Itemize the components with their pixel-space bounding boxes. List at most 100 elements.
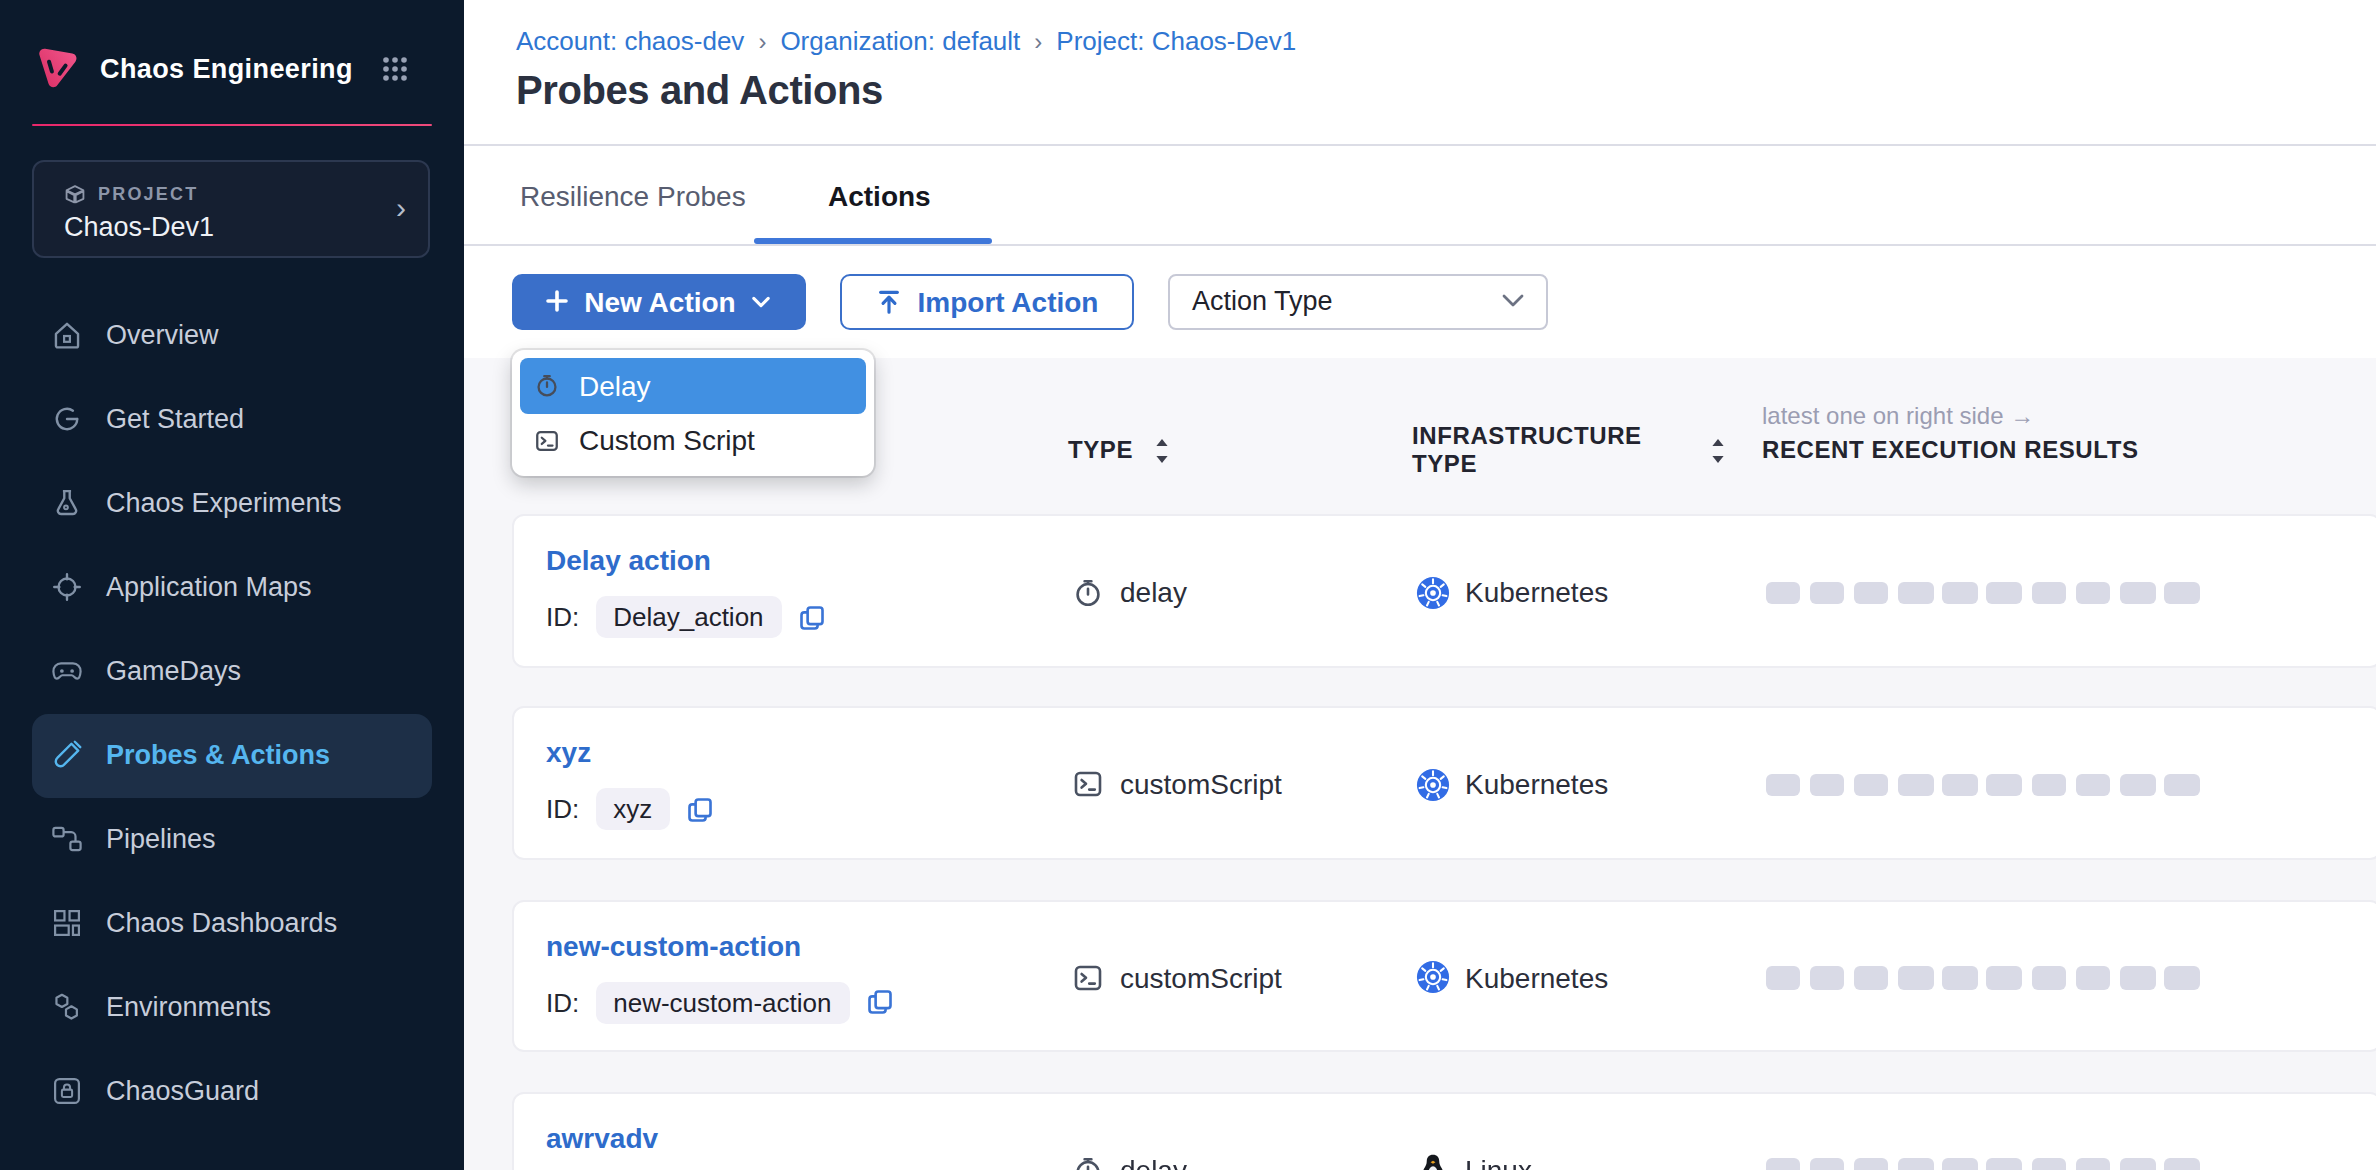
execution-result-placeholder <box>1809 773 1844 796</box>
table-row[interactable]: Delay action ID: Delay_action delay <box>511 514 2376 667</box>
table-row[interactable]: xyz ID: xyz customScript <box>511 706 2376 859</box>
action-name-link[interactable]: Delay action <box>546 544 711 576</box>
copy-icon[interactable] <box>686 795 714 823</box>
type-cell: delay <box>1072 516 1187 669</box>
sidebar-item-get-started[interactable]: Get Started <box>32 377 432 461</box>
import-icon <box>876 287 902 315</box>
sidebar-item-chaosguard[interactable]: ChaosGuard <box>32 1049 432 1133</box>
stopwatch-icon <box>1072 577 1104 609</box>
sidebar-item-label: Probes & Actions <box>106 740 330 770</box>
sidebar-item-label: Environments <box>106 992 271 1022</box>
execution-result-placeholder <box>1854 966 1889 989</box>
tabs-divider <box>464 243 2376 245</box>
column-header-recent-execution-results: RECENT EXECUTION RESULTS <box>1762 436 2139 464</box>
execution-result-placeholder <box>1943 1158 1978 1170</box>
sidebar-item-label: Get Started <box>106 404 244 434</box>
sidebar-item-label: Chaos Dashboards <box>106 908 337 938</box>
sidebar-item-gamedays[interactable]: GameDays <box>32 629 432 713</box>
table-row[interactable]: awrvadv delay Linux <box>511 1091 2376 1170</box>
kubernetes-icon <box>1415 576 1449 610</box>
script-icon <box>1072 962 1104 994</box>
sidebar-item-environments[interactable]: Environments <box>32 965 432 1049</box>
copy-icon[interactable] <box>798 603 826 631</box>
action-type-select[interactable]: Action Type <box>1168 273 1548 329</box>
id-label: ID: <box>546 987 579 1017</box>
sort-icon[interactable] <box>1154 438 1170 464</box>
execution-result-placeholder <box>1943 773 1978 796</box>
kubernetes-icon <box>1415 961 1449 995</box>
sidebar: Chaos Engineering PROJECT Chaos-Dev1 › <box>0 0 464 1170</box>
column-header-type[interactable]: TYPE <box>1068 436 1133 464</box>
id-label: ID: <box>546 602 579 632</box>
execution-result-placeholder <box>1765 773 1800 796</box>
project-label: PROJECT <box>98 184 198 204</box>
menu-item-delay[interactable]: Delay <box>519 358 866 413</box>
action-type-value: Action Type <box>1192 286 1333 316</box>
sidebar-item-chaos-dashboards[interactable]: Chaos Dashboards <box>32 881 432 965</box>
execution-result-placeholder <box>2120 966 2155 989</box>
gamepad-icon <box>50 654 84 688</box>
copy-icon[interactable] <box>865 988 893 1016</box>
table-row[interactable]: new-custom-action ID: new-custom-action … <box>511 899 2376 1052</box>
new-action-button[interactable]: New Action <box>511 273 805 329</box>
sidebar-item-probes-actions[interactable]: Probes & Actions <box>32 713 432 797</box>
breadcrumb-organization[interactable]: Organization: default <box>780 26 1020 56</box>
sidebar-item-label: GameDays <box>106 656 241 686</box>
execution-result-placeholder <box>1765 1158 1800 1170</box>
sidebar-item-pipelines[interactable]: Pipelines <box>32 797 432 881</box>
recent-execution-results <box>1765 708 2200 861</box>
execution-result-placeholder <box>2120 773 2155 796</box>
execution-result-placeholder <box>2120 1158 2155 1170</box>
type-value: delay <box>1120 577 1187 609</box>
dashboards-icon <box>50 906 84 940</box>
chevron-right-icon: › <box>396 189 406 223</box>
execution-result-placeholder <box>1765 581 1800 604</box>
sidebar-item-chaos-experiments[interactable]: Chaos Experiments <box>32 461 432 545</box>
type-value: customScript <box>1120 962 1282 994</box>
execution-result-placeholder <box>1898 966 1933 989</box>
breadcrumb-project[interactable]: Project: Chaos-Dev1 <box>1056 26 1296 56</box>
breadcrumb-account[interactable]: Account: chaos-dev <box>516 26 744 56</box>
type-cell: customScript <box>1072 901 1282 1054</box>
action-name-link[interactable]: awrvadv <box>546 1121 658 1153</box>
new-action-dropdown-menu: Delay Custom Script <box>511 350 874 476</box>
table-body: Delay action ID: Delay_action delay <box>464 509 2376 1170</box>
action-name-link[interactable]: xyz <box>546 736 591 768</box>
app-title: Chaos Engineering <box>100 53 353 83</box>
type-cell: customScript <box>1072 708 1282 861</box>
project-selector[interactable]: PROJECT Chaos-Dev1 › <box>32 159 430 257</box>
recent-execution-results <box>1765 901 2200 1054</box>
execution-result-placeholder <box>1809 966 1844 989</box>
sidebar-item-application-maps[interactable]: Application Maps <box>32 545 432 629</box>
execution-result-placeholder <box>1987 966 2022 989</box>
action-name-link[interactable]: new-custom-action <box>546 929 801 961</box>
infrastructure-cell: Kubernetes <box>1415 901 1608 1054</box>
id-label: ID: <box>546 794 579 824</box>
column-header-infrastructure-type[interactable]: INFRASTRUCTURE TYPE <box>1412 422 1636 478</box>
execution-result-placeholder <box>2164 581 2199 604</box>
recent-execution-results <box>1765 1093 2200 1170</box>
execution-result-placeholder <box>2164 773 2199 796</box>
stopwatch-icon <box>1072 1154 1104 1170</box>
action-id-row: ID: xyz <box>546 788 714 830</box>
execution-result-placeholder <box>2031 1158 2066 1170</box>
execution-result-placeholder <box>2031 581 2066 604</box>
get-started-icon <box>50 402 84 436</box>
module-switcher-icon[interactable] <box>382 56 408 82</box>
execution-result-placeholder <box>1987 581 2022 604</box>
import-action-button[interactable]: Import Action <box>840 273 1134 329</box>
plus-icon <box>546 290 568 312</box>
sidebar-item-overview[interactable]: Overview <box>32 293 432 377</box>
execution-result-placeholder <box>1854 1158 1889 1170</box>
execution-result-placeholder <box>2076 581 2111 604</box>
app-logo[interactable]: Chaos Engineering <box>30 42 353 94</box>
kubernetes-icon <box>1415 768 1449 802</box>
tab-resilience-probes[interactable]: Resilience Probes <box>520 180 746 212</box>
sidebar-item-label: ChaosGuard <box>106 1076 259 1106</box>
infrastructure-value: Kubernetes <box>1465 577 1608 609</box>
menu-item-custom-script[interactable]: Custom Script <box>519 413 866 468</box>
tab-actions[interactable]: Actions <box>828 180 931 212</box>
sort-icon[interactable] <box>1710 438 1726 464</box>
execution-result-placeholder <box>1898 581 1933 604</box>
chaos-engineering-app: Chaos Engineering PROJECT Chaos-Dev1 › <box>0 0 2376 1170</box>
